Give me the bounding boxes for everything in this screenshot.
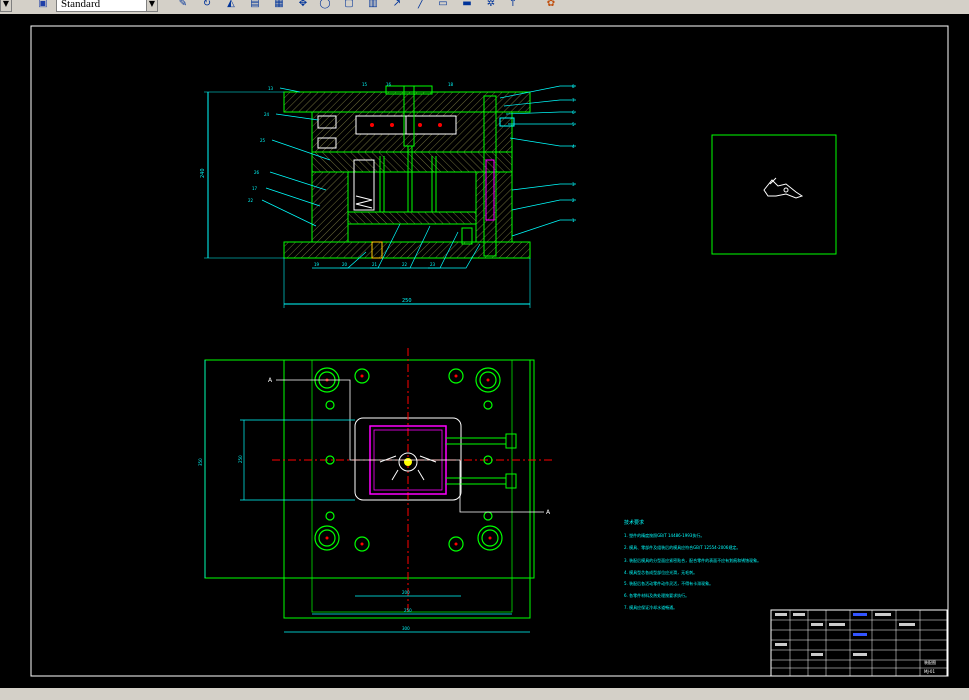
plan-dim-left-inner: 250 — [238, 455, 243, 463]
tech-note-3: 3. 装配后模具的分型面应紧密贴合，配合零件的表面不应有划痕和锈蚀现象。 — [624, 557, 761, 563]
zoom-icon[interactable]: ▢ — [342, 0, 356, 11]
svg-text:23: 23 — [430, 262, 436, 267]
section-marker-left: A — [268, 377, 273, 384]
svg-text:19: 19 — [314, 262, 320, 267]
cad-drawing: 240 250 8 7 6 5 4 3 2 1 13 15 16 18 24 2… — [30, 25, 949, 677]
svg-text:17: 17 — [252, 186, 258, 191]
svg-text:8: 8 — [572, 84, 575, 89]
svg-text:26: 26 — [254, 170, 260, 175]
table-icon[interactable]: ▦ — [272, 0, 286, 11]
draw-icon[interactable]: ↻ — [200, 0, 214, 11]
paint-icon[interactable]: ✿ — [544, 0, 558, 11]
svg-text:22: 22 — [402, 262, 408, 267]
properties-icon[interactable]: ▤ — [248, 0, 262, 11]
tech-note-1: 1. 塑件的精度按照GB/T 14486-1993执行。 — [624, 532, 704, 538]
block-icon[interactable]: ▬ — [460, 0, 474, 11]
edit-pen-icon[interactable]: ✎ — [176, 0, 190, 11]
tech-note-2: 2. 模具、零部件及组装后的模具应符合GB/T 12554-2006规定。 — [624, 544, 740, 550]
gear-icon[interactable]: ✲ — [484, 0, 498, 11]
svg-text:5: 5 — [572, 122, 575, 127]
section-marker-right: A — [546, 509, 551, 516]
plan-dim-bottom-inner: 200 — [402, 590, 410, 595]
text-style-dropdown-arrow[interactable]: ▼ — [146, 0, 158, 12]
svg-text:22: 22 — [248, 198, 254, 203]
plan-dim-bottom-mid: 250 — [404, 608, 412, 613]
svg-text:25: 25 — [260, 138, 266, 143]
section-view: 240 250 8 7 6 5 4 3 2 1 13 15 16 18 24 2… — [200, 82, 576, 308]
svg-text:6: 6 — [572, 110, 575, 115]
orbit-icon[interactable]: ◯ — [318, 0, 332, 11]
tech-note-7: 7. 模具应保证冷却水道畅通。 — [624, 604, 677, 610]
part-preview — [711, 134, 837, 255]
text-style-combo[interactable]: Standard — [56, 0, 148, 12]
tech-notes-title: 技术要求 — [624, 519, 644, 526]
toolbar: ▼ ▣ Standard ▼ ✎ ↻ ◭ ▤ ▦ ✥ ◯ ▢ ▥ ↗ ╱ ▭ ▬… — [0, 0, 969, 15]
title-block-number: MJ-01 — [924, 669, 935, 674]
svg-text:3: 3 — [572, 182, 575, 187]
tech-note-6: 6. 各零件材料及热处理按要求执行。 — [624, 592, 689, 598]
part-icon — [763, 177, 804, 199]
line-icon[interactable]: ╱ — [414, 0, 428, 11]
plan-view: A A 350 250 200 250 300 — [198, 348, 554, 633]
svg-text:4: 4 — [572, 144, 575, 149]
drawing-canvas[interactable]: 240 250 8 7 6 5 4 3 2 1 13 15 16 18 24 2… — [0, 14, 969, 696]
svg-text:1: 1 — [572, 218, 575, 223]
dim-height-label: 240 — [200, 168, 206, 178]
plan-dim-left: 350 — [198, 458, 203, 466]
svg-text:16: 16 — [386, 82, 392, 87]
tech-note-5: 5. 装配后各活动零件动作灵活，不得有卡滞现象。 — [624, 580, 713, 586]
technical-notes: 技术要求 1. 塑件的精度按照GB/T 14486-1993执行。 2. 模具、… — [624, 519, 761, 610]
svg-text:18: 18 — [448, 82, 454, 87]
pan-icon[interactable]: ✥ — [296, 0, 310, 11]
svg-text:2: 2 — [572, 198, 575, 203]
svg-text:13: 13 — [268, 86, 274, 91]
window-icon[interactable]: ▥ — [366, 0, 380, 11]
svg-text:15: 15 — [362, 82, 368, 87]
title-block: 装配图 MJ-01 — [770, 609, 948, 677]
dim-width-label: 250 — [402, 298, 412, 304]
plan-dim-bottom-outer: 300 — [402, 626, 410, 631]
arrow-icon[interactable]: ↗ — [390, 0, 404, 11]
status-strip — [0, 688, 969, 698]
svg-text:7: 7 — [572, 98, 575, 103]
pointer-icon[interactable]: ↑ — [506, 0, 520, 11]
svg-text:24: 24 — [264, 112, 270, 117]
text-style-icon[interactable]: ▣ — [36, 0, 50, 11]
rect-icon[interactable]: ▭ — [436, 0, 450, 11]
tech-note-4: 4. 模具型芯各成型部位应光滑，无毛刺。 — [624, 569, 697, 575]
layer-dropdown-arrow[interactable]: ▼ — [0, 0, 12, 12]
title-block-name: 装配图 — [924, 659, 936, 665]
svg-text:20: 20 — [342, 262, 348, 267]
triangle-icon[interactable]: ◭ — [224, 0, 238, 11]
svg-text:21: 21 — [372, 262, 378, 267]
